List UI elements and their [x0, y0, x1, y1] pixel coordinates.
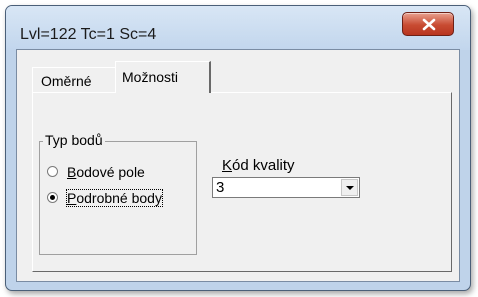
radio-label: Bodové pole: [67, 164, 145, 180]
close-icon: [422, 18, 436, 31]
dropdown-button[interactable]: [341, 179, 358, 196]
radio-button-checked-icon: [47, 192, 58, 203]
dialog-window: Lvl=122 Tc=1 Sc=4 Oměrné Možnosti Typ bo…: [5, 5, 471, 291]
quality-code-select[interactable]: 3: [212, 177, 360, 198]
tab-label: Možnosti: [122, 69, 179, 85]
title-bar[interactable]: Lvl=122 Tc=1 Sc=4: [6, 6, 470, 50]
radio-button-icon: [47, 166, 58, 177]
tab-omerne[interactable]: Oměrné: [32, 67, 120, 92]
radio-podrobne-body[interactable]: Podrobné body: [47, 189, 187, 210]
chevron-down-icon: [346, 186, 354, 190]
radio-bodove-pole[interactable]: Bodové pole: [47, 164, 187, 184]
close-button[interactable]: [402, 12, 454, 36]
radio-label: Podrobné body: [66, 189, 163, 207]
window-title: Lvl=122 Tc=1 Sc=4: [20, 26, 157, 43]
groupbox-label: Typ bodů: [43, 132, 105, 148]
tab-label: Oměrné: [41, 73, 92, 89]
quality-code-label: Kód kvality: [222, 157, 295, 174]
dialog-client-area: Oměrné Možnosti Typ bodů Bodové pole Pod…: [16, 49, 460, 282]
select-value: 3: [216, 179, 225, 196]
tab-moznosti[interactable]: Možnosti: [115, 61, 211, 93]
